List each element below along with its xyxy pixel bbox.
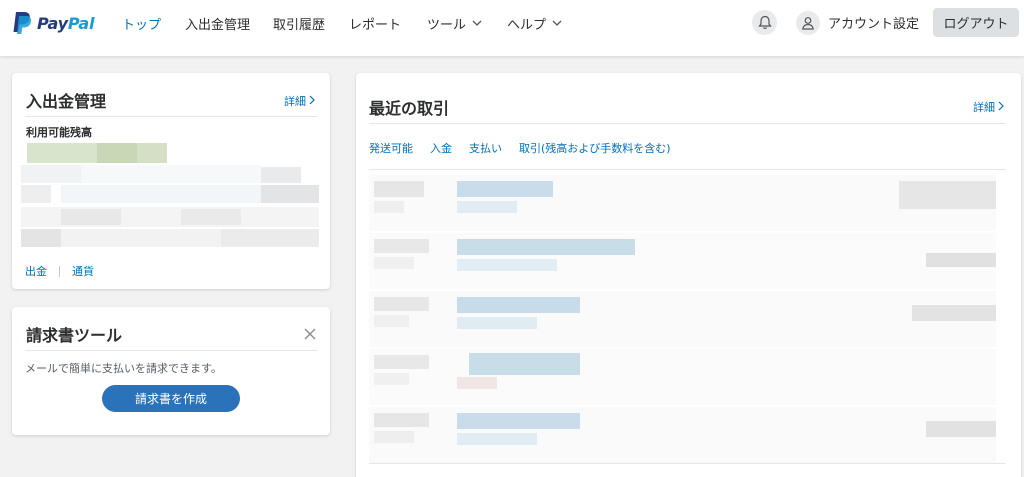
chevron-down-icon <box>472 16 482 31</box>
create-invoice-label: 請求書を作成 <box>134 392 207 406</box>
nav-reports[interactable]: レポート <box>349 0 401 46</box>
transaction-row[interactable] <box>369 175 996 231</box>
account-settings-label: アカウント設定 <box>828 17 920 32</box>
transaction-row[interactable] <box>369 407 996 463</box>
transactions-detail-link[interactable]: 詳細 <box>973 99 1004 115</box>
nav-funds-label: 入出金管理 <box>185 17 251 33</box>
withdraw-link[interactable]: 出金 <box>25 263 47 279</box>
nav-top[interactable]: トップ <box>122 0 161 46</box>
transaction-row[interactable] <box>369 291 996 347</box>
close-icon[interactable] <box>304 325 318 340</box>
invoice-card-divider <box>25 350 317 351</box>
top-navigation-bar: PayPal トップ 入出金管理 取引履歴 レポート ツール ヘルプ アカウント… <box>0 0 1024 56</box>
nav-history[interactable]: 取引履歴 <box>273 0 325 46</box>
link-separator <box>59 265 60 277</box>
invoice-card: 請求書ツール メールで簡単に支払いを請求できます。 請求書を作成 <box>12 307 330 435</box>
nav-reports-label: レポート <box>349 17 402 33</box>
transactions-header-divider <box>369 123 1006 124</box>
account-settings-link[interactable]: アカウント設定 <box>796 10 919 35</box>
tab-payments[interactable]: 支払い <box>469 140 502 156</box>
transactions-footer-divider <box>369 463 1006 464</box>
balance-detail-link[interactable]: 詳細 <box>284 93 315 109</box>
balance-actions: 出金 通貨 <box>25 263 94 279</box>
paypal-mark-icon <box>13 12 32 34</box>
nav-history-label: 取引履歴 <box>273 17 326 33</box>
logout-label: ログアウト <box>943 17 1009 32</box>
balance-card: 入出金管理 詳細 利用可能残高 出金 通貨 <box>12 73 330 289</box>
available-balance-label: 利用可能残高 <box>26 126 92 139</box>
tab-incoming[interactable]: 入金 <box>430 140 452 156</box>
transaction-row[interactable] <box>369 233 996 289</box>
create-invoice-button[interactable]: 請求書を作成 <box>102 385 240 412</box>
invoice-card-title: 請求書ツール <box>26 326 123 345</box>
nav-help[interactable]: ヘルプ <box>507 0 562 46</box>
paypal-logo[interactable]: PayPal <box>12 8 94 38</box>
user-icon <box>796 10 820 35</box>
logo-text-pal: Pal <box>67 13 95 33</box>
tabs-divider <box>369 169 1006 170</box>
transaction-row[interactable] <box>369 349 996 405</box>
chevron-right-icon <box>998 101 1004 114</box>
balance-card-divider <box>25 116 317 117</box>
logo-text-pay: Pay <box>37 13 68 33</box>
logout-button[interactable]: ログアウト <box>933 8 1019 37</box>
transactions-card-title: 最近の取引 <box>369 99 450 118</box>
paypal-wordmark: PayPal <box>37 14 94 33</box>
currency-link[interactable]: 通貨 <box>72 263 94 279</box>
transactions-detail-label: 詳細 <box>973 101 995 114</box>
nav-tools[interactable]: ツール <box>427 0 482 46</box>
balance-card-title: 入出金管理 <box>26 92 107 111</box>
nav-funds[interactable]: 入出金管理 <box>185 0 250 46</box>
tab-shipping[interactable]: 発送可能 <box>369 140 413 156</box>
invoice-description: メールで簡単に支払いを請求できます。 <box>25 362 222 375</box>
redacted-balance-area <box>21 141 319 251</box>
balance-detail-label: 詳細 <box>284 95 306 108</box>
chevron-down-icon <box>552 16 562 31</box>
chevron-right-icon <box>309 95 315 108</box>
recent-transactions-card: 最近の取引 詳細 発送可能 入金 支払い 取引(残高および手数料を含む) <box>356 73 1021 477</box>
notifications-button[interactable] <box>752 10 777 35</box>
nav-top-label: トップ <box>122 17 162 33</box>
nav-tools-label: ツール <box>427 17 467 33</box>
transaction-filter-tabs: 発送可能 入金 支払い 取引(残高および手数料を含む) <box>369 140 688 156</box>
tab-all-transactions[interactable]: 取引(残高および手数料を含む) <box>519 140 671 156</box>
nav-help-label: ヘルプ <box>507 17 547 33</box>
bell-icon <box>757 15 772 29</box>
